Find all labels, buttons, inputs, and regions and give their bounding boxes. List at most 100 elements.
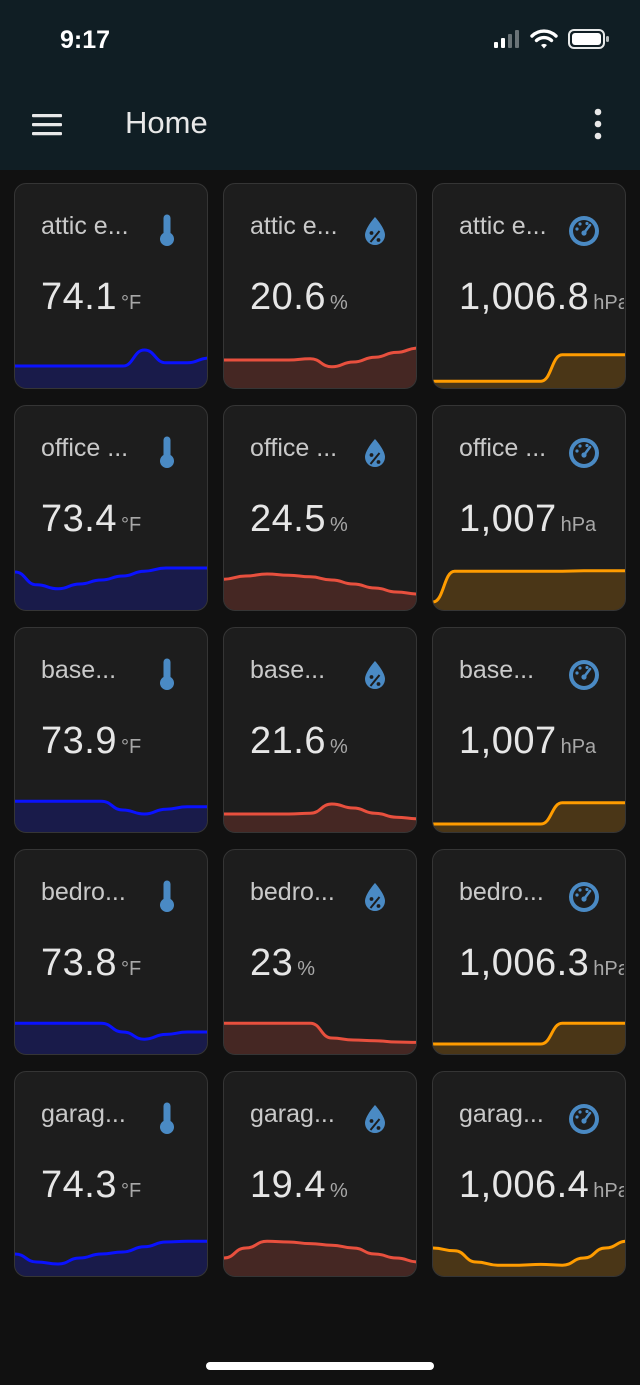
sensor-reading: 1,006.4 xyxy=(459,1164,590,1206)
sensor-card-temperature[interactable]: garag... 74.3 °F xyxy=(14,1071,208,1277)
sensor-value: 73.9 °F xyxy=(41,720,206,763)
sensor-value: 73.8 °F xyxy=(41,942,206,985)
sensor-name: bedro... xyxy=(250,878,335,906)
sensor-unit: % xyxy=(329,292,348,314)
sensor-card-pressure[interactable]: garag... 1,006.4hPa xyxy=(432,1071,626,1277)
thermometer-icon xyxy=(160,1102,174,1135)
cellular-signal-icon xyxy=(494,30,519,48)
trend-sparkline xyxy=(433,801,625,832)
gauge-icon xyxy=(569,882,599,912)
menu-button[interactable] xyxy=(28,106,66,142)
sensor-unit: hPa xyxy=(593,1180,624,1202)
sensor-card-temperature[interactable]: base... 73.9 °F xyxy=(14,627,208,833)
sensor-card-temperature[interactable]: attic e... 74.1 °F xyxy=(14,183,208,389)
sensor-reading: 1,006.3 xyxy=(459,942,590,984)
sensor-value: 1,006.8hPa xyxy=(459,276,624,319)
sensor-card-humidity[interactable]: base... 21.6% xyxy=(223,627,417,833)
trend-sparkline xyxy=(433,353,625,388)
sensor-value: 1,006.3hPa xyxy=(459,942,624,985)
sensor-card-humidity[interactable]: garag... 19.4% xyxy=(223,1071,417,1277)
sensor-card-pressure[interactable]: bedro... 1,006.3hPa xyxy=(432,849,626,1055)
sensor-name: garag... xyxy=(459,1100,544,1128)
gauge-icon xyxy=(569,438,599,468)
sensor-unit: °F xyxy=(120,958,142,980)
trend-sparkline xyxy=(433,1021,625,1054)
sensor-reading: 73.9 xyxy=(41,720,117,762)
sensor-unit: hPa xyxy=(593,292,624,314)
sensor-name: attic e... xyxy=(41,212,129,240)
sensor-value: 73.4 °F xyxy=(41,498,206,541)
sensor-card-pressure[interactable]: office ... 1,007 hPa xyxy=(432,405,626,611)
sensor-unit: hPa xyxy=(593,958,624,980)
sparkline-fill xyxy=(15,1241,207,1276)
sensor-reading: 23 xyxy=(250,942,294,984)
trend-sparkline xyxy=(15,799,207,832)
gauge-icon xyxy=(569,660,599,690)
water-percent-icon xyxy=(365,1105,385,1133)
sparkline-fill xyxy=(433,1241,625,1276)
sensor-value: 74.3 °F xyxy=(41,1164,206,1207)
sensor-card-humidity[interactable]: office ... 24.5% xyxy=(223,405,417,611)
sparkline-fill xyxy=(433,354,625,388)
water-percent-icon xyxy=(365,661,385,689)
sensor-value: 1,007 hPa xyxy=(459,720,624,763)
sensor-unit: % xyxy=(329,514,348,536)
sensor-card-pressure[interactable]: base... 1,007 hPa xyxy=(432,627,626,833)
more-vertical-icon xyxy=(594,108,602,140)
sensor-unit: °F xyxy=(120,514,142,536)
sensor-name: base... xyxy=(250,656,326,684)
water-percent-icon xyxy=(365,883,385,911)
sensor-reading: 73.4 xyxy=(41,498,117,540)
sensor-value: 20.6% xyxy=(250,276,415,319)
sensor-name: base... xyxy=(41,656,117,684)
sensor-value: 1,007 hPa xyxy=(459,498,624,541)
trend-sparkline xyxy=(224,346,416,388)
trend-sparkline xyxy=(433,1239,625,1276)
sensor-reading: 20.6 xyxy=(250,276,326,318)
trend-sparkline xyxy=(433,569,625,610)
trend-sparkline xyxy=(224,572,416,610)
sensor-card-humidity[interactable]: bedro... 23% xyxy=(223,849,417,1055)
more-options-button[interactable] xyxy=(586,102,610,146)
sensor-name: office ... xyxy=(459,434,547,462)
sparkline-line xyxy=(15,348,207,368)
sensor-reading: 19.4 xyxy=(250,1164,326,1206)
trend-sparkline xyxy=(224,1239,416,1276)
sensor-card-temperature[interactable]: bedro... 73.8 °F xyxy=(14,849,208,1055)
sensor-unit: °F xyxy=(120,1180,142,1202)
sensor-unit: % xyxy=(329,1180,348,1202)
gauge-icon xyxy=(569,1104,599,1134)
sensor-unit: °F xyxy=(120,736,142,758)
sensor-value: 1,006.4hPa xyxy=(459,1164,624,1207)
trend-sparkline xyxy=(15,1239,207,1276)
sensor-name: office ... xyxy=(250,434,338,462)
sparkline-fill xyxy=(433,1023,625,1054)
sensor-reading: 1,007 xyxy=(459,720,557,762)
status-time: 9:17 xyxy=(60,26,111,54)
sensor-value: 24.5% xyxy=(250,498,415,541)
sensor-reading: 74.3 xyxy=(41,1164,117,1206)
trend-sparkline xyxy=(224,1021,416,1054)
sensor-card-temperature[interactable]: office ... 73.4 °F xyxy=(14,405,208,611)
top-app-bar: 9:17 Home xyxy=(0,0,640,170)
app-header: Home xyxy=(0,88,640,160)
sensor-card-grid: attic e... 74.1 °F attic e... 20.6% attic e..… xyxy=(14,183,626,1277)
thermometer-icon xyxy=(160,658,174,691)
sensor-value: 23% xyxy=(250,942,415,985)
trend-sparkline xyxy=(15,348,207,388)
sensor-reading: 1,007 xyxy=(459,498,557,540)
home-indicator[interactable] xyxy=(206,1362,434,1370)
sensor-card-humidity[interactable]: attic e... 20.6% xyxy=(223,183,417,389)
sensor-name: garag... xyxy=(41,1100,126,1128)
water-percent-icon xyxy=(365,439,385,467)
sensor-name: garag... xyxy=(250,1100,335,1128)
water-percent-icon xyxy=(365,217,385,245)
sensor-unit: % xyxy=(297,958,316,980)
trend-sparkline xyxy=(15,566,207,610)
sensor-value: 19.4% xyxy=(250,1164,415,1207)
sparkline-fill xyxy=(433,570,625,610)
sensor-reading: 21.6 xyxy=(250,720,326,762)
thermometer-icon xyxy=(160,214,174,247)
sensor-card-pressure[interactable]: attic e... 1,006.8hPa xyxy=(432,183,626,389)
sensor-name: bedro... xyxy=(41,878,126,906)
